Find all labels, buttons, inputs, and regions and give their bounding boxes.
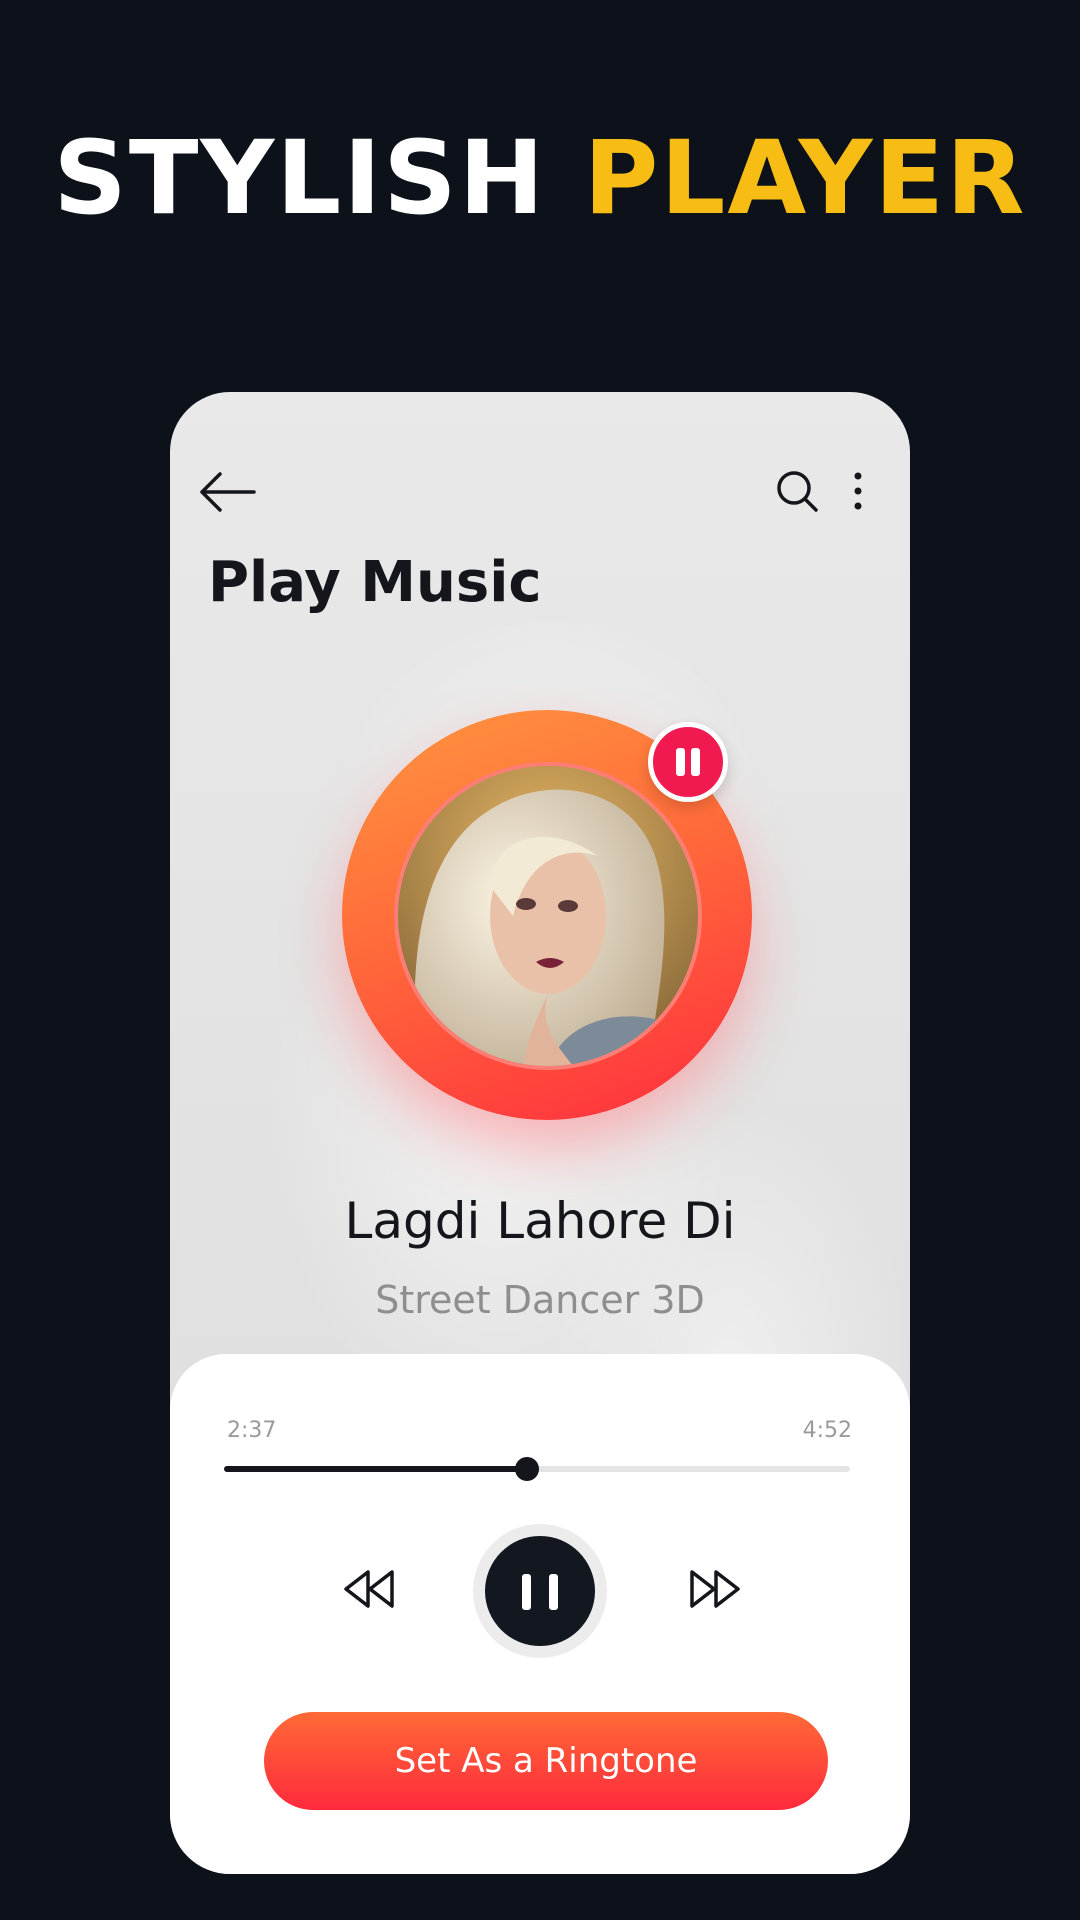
set-ringtone-button[interactable]: Set As a Ringtone (264, 1712, 828, 1810)
headline-white: STYLISH (53, 119, 547, 238)
progress-fill (224, 1466, 527, 1472)
pause-icon[interactable] (648, 722, 728, 802)
progress-track[interactable] (224, 1457, 850, 1481)
more-vertical-icon[interactable] (846, 468, 870, 514)
fast-forward-icon[interactable] (688, 1566, 744, 1612)
phone-screen: Play Music Lagdi Lahore Di Street Dancer… (170, 392, 910, 1874)
progress-thumb[interactable] (514, 1457, 539, 1481)
rewind-icon[interactable] (340, 1566, 396, 1612)
headline: STYLISH PLAYER (0, 128, 1080, 230)
total-time: 4:52 (802, 1418, 852, 1443)
elapsed-time: 2:37 (227, 1418, 277, 1443)
song-title: Lagdi Lahore Di (344, 1192, 736, 1250)
album-art (394, 762, 702, 1070)
player-panel: 2:37 4:52 Set As a Ringtone (170, 1354, 910, 1874)
search-icon[interactable] (774, 468, 820, 514)
song-artist: Street Dancer 3D (375, 1278, 705, 1322)
page-title: Play Music (208, 550, 542, 615)
play-pause-button[interactable] (473, 1524, 607, 1658)
playback-controls (170, 1524, 910, 1658)
back-icon[interactable] (198, 470, 258, 514)
headline-yellow: PLAYER (583, 119, 1027, 238)
